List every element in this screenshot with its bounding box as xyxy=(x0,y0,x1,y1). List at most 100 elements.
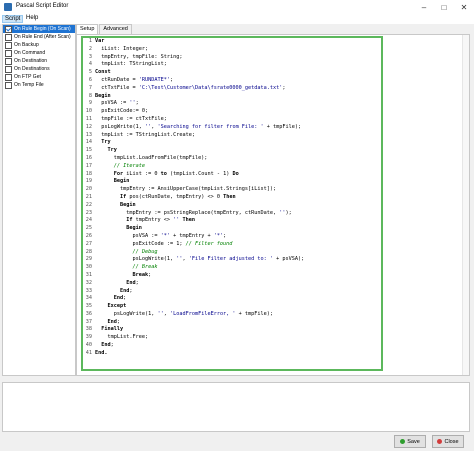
tab-setup[interactable]: Setup xyxy=(76,24,99,34)
line-number: 32 xyxy=(85,279,92,286)
line-number: 39 xyxy=(85,334,92,341)
event-checkbox[interactable] xyxy=(5,49,12,57)
code-token: End xyxy=(107,318,117,325)
line-number: 29 xyxy=(85,256,92,263)
save-button[interactable]: Save xyxy=(394,435,426,448)
line-number: 2 xyxy=(88,45,92,52)
title-bar: Pascal Script Editor – □ ✕ xyxy=(0,0,474,15)
line-number: 30 xyxy=(85,264,92,271)
code-line: 8 Begin xyxy=(83,93,381,101)
code-line: 10 psExitCode:= 0; xyxy=(83,108,381,116)
maximize-icon[interactable]: □ xyxy=(434,0,454,14)
event-item[interactable]: On Rule End (After Scan) xyxy=(3,33,75,41)
line-number: 23 xyxy=(85,209,92,216)
code-line: 30 // Break xyxy=(83,264,381,272)
code-token: psExitCode:= 0; xyxy=(95,108,149,115)
event-checkbox[interactable] xyxy=(5,65,12,73)
code-token: Finally xyxy=(101,326,124,333)
code-token: psLogWrite(1, xyxy=(95,123,145,130)
menu-script[interactable]: Script xyxy=(2,15,24,23)
menu-help[interactable]: Help xyxy=(24,15,40,21)
code-line: 18 For iList := 0 to (tmpList.Count - 1)… xyxy=(83,171,381,179)
event-item[interactable]: On Temp File xyxy=(3,81,75,89)
close-icon[interactable]: ✕ xyxy=(454,0,474,14)
code-line: 16 tmpList.LoadFromFile(tmpFile); xyxy=(83,155,381,163)
event-checkbox[interactable] xyxy=(5,41,12,49)
code-token: End. xyxy=(95,349,108,356)
line-number: 17 xyxy=(85,162,92,169)
code-line: 37 End; xyxy=(83,319,381,327)
event-checkbox[interactable] xyxy=(5,73,12,81)
event-item[interactable]: On Rule Begin (On Scan) xyxy=(3,25,75,33)
code-token: + tmpEntry + xyxy=(169,232,214,239)
code-line: 38 Finally xyxy=(83,326,381,334)
code-line: 3 tmpEntry, tmpFile: String; xyxy=(83,54,381,62)
code-token: psVSA := xyxy=(95,100,130,107)
line-number: 20 xyxy=(85,186,92,193)
dialog-buttons: Save Close xyxy=(394,435,464,448)
output-log[interactable] xyxy=(2,382,470,432)
event-label: On Destinations xyxy=(14,66,50,72)
code-line: 12 psLogWrite(1, '', 'Searching for filt… xyxy=(83,124,381,132)
code-token: iList := 0 xyxy=(123,170,161,177)
event-checkbox[interactable] xyxy=(5,57,12,65)
line-number: 21 xyxy=(85,193,92,200)
code-line: 19 Begin xyxy=(83,178,381,186)
event-item[interactable]: On Destinations xyxy=(3,65,75,73)
code-line: 1 Var xyxy=(83,38,381,46)
line-number: 27 xyxy=(85,240,92,247)
code-token: ; xyxy=(129,287,133,294)
minimize-icon[interactable]: – xyxy=(414,0,434,14)
code-editor[interactable]: 1 Var 2 iList: Integer; 3 tmpEntry, tmpFile… xyxy=(81,36,383,371)
event-item[interactable]: On Command xyxy=(3,49,75,57)
event-item[interactable]: On Backup xyxy=(3,41,75,49)
code-token: tmpList: TStringList; xyxy=(95,61,167,68)
event-checkbox[interactable] xyxy=(5,33,12,41)
code-token: + tmpFile); xyxy=(263,123,302,130)
window-controls: – □ ✕ xyxy=(414,0,474,14)
code-token: 'Searching for filter from File: ' xyxy=(157,123,264,130)
code-token: tmpList := TStringList.Create; xyxy=(95,131,195,138)
line-number: 41 xyxy=(85,349,92,356)
event-label: On Backup xyxy=(14,42,39,48)
code-line: 21 If pos(ctRunDate, tmpEntry) <> 0 Then xyxy=(83,194,381,202)
code-token: ctTxtFile = xyxy=(95,84,139,91)
code-line: 40 End; xyxy=(83,342,381,350)
code-line: 20 tmpEntry := AnsiUpperCase(tmpList.Str… xyxy=(83,186,381,194)
event-label: On Rule Begin (On Scan) xyxy=(14,26,71,32)
event-label: On Rule End (After Scan) xyxy=(14,34,71,40)
code-token: ; xyxy=(169,76,174,83)
code-token: Begin xyxy=(126,225,142,232)
code-line: 33 End; xyxy=(83,288,381,296)
code-token: Var xyxy=(95,38,105,44)
event-checkbox[interactable] xyxy=(5,81,12,89)
code-token: Begin xyxy=(120,201,136,208)
code-token: // Debug xyxy=(132,248,158,255)
event-item[interactable]: On Destination xyxy=(3,57,75,65)
code-token: Except xyxy=(107,303,127,310)
code-line: 26 psVSA := '*' + tmpEntry + '*'; xyxy=(83,233,381,241)
code-token: tmpEntry := psStringReplace(tmpEntry, ct… xyxy=(95,209,280,216)
close-button[interactable]: Close xyxy=(432,435,464,448)
tab-advanced[interactable]: Advanced xyxy=(99,24,132,34)
code-token: End xyxy=(120,287,130,294)
code-line: 7 ctTxtFile = 'C:\Test\Customer\Data\fsr… xyxy=(83,85,381,93)
vertical-scrollbar[interactable] xyxy=(462,35,469,375)
save-label: Save xyxy=(407,438,420,445)
line-number: 5 xyxy=(88,69,92,76)
code-line: 5 Const xyxy=(83,69,381,77)
code-token: psLogWrite(1, xyxy=(95,310,158,317)
event-item[interactable]: On FTP Get xyxy=(3,73,75,81)
line-number: 6 xyxy=(88,76,92,83)
code-token: ; xyxy=(110,342,114,349)
code-token: 'File Filter adjusted to: ' xyxy=(188,256,274,263)
event-checkbox[interactable] xyxy=(5,25,12,33)
code-token: psLogWrite(1, xyxy=(95,256,177,263)
event-list: On Rule Begin (On Scan) On Rule End (Afte… xyxy=(2,24,76,376)
